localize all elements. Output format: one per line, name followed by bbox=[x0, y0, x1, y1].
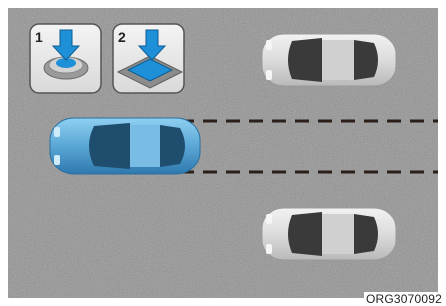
parked-car-bottom bbox=[261, 207, 397, 261]
step-1-number: 1 bbox=[35, 29, 43, 45]
image-code: ORG3070092 bbox=[363, 292, 444, 306]
step-1-panel: 1 bbox=[29, 23, 102, 94]
step-2-panel: 2 bbox=[112, 23, 185, 94]
parking-scene: 1 2 bbox=[8, 8, 438, 298]
own-vehicle bbox=[49, 117, 201, 175]
parked-car-top bbox=[261, 33, 397, 87]
step-2-number: 2 bbox=[118, 29, 126, 45]
